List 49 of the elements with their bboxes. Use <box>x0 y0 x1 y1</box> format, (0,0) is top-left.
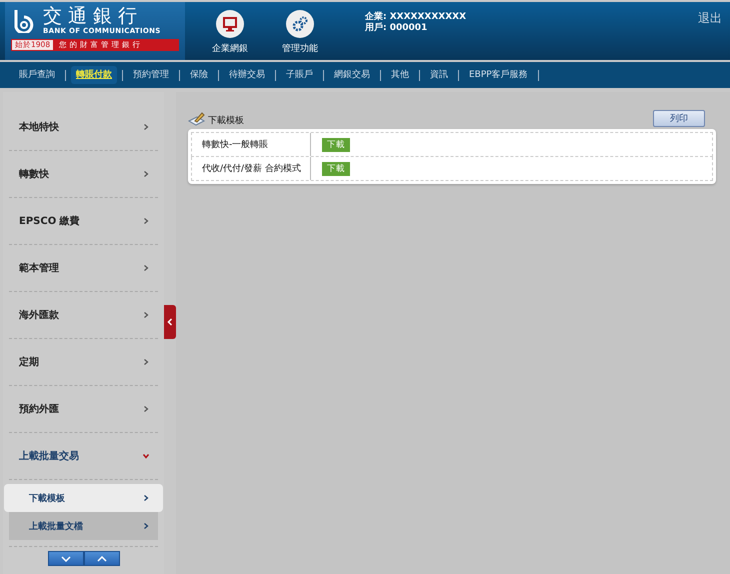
monitor-icon <box>216 10 244 38</box>
pencil-note-icon <box>188 111 206 127</box>
sidebar-subitem[interactable]: 上載批量文檔 <box>9 512 158 540</box>
nav-tab[interactable]: 其他 <box>386 66 414 84</box>
nav-tab[interactable]: EBPP客戶服務 <box>464 66 533 84</box>
print-button[interactable]: 列印 <box>653 110 705 127</box>
section-title: 下載模板 <box>208 114 244 127</box>
nav-tab[interactable]: 資訊 <box>425 66 453 84</box>
chevron-right-icon <box>142 494 150 502</box>
sidebar-item[interactable]: 上載批量交易 <box>9 433 158 480</box>
chevron-right-icon <box>142 358 150 366</box>
scroll-down-button[interactable] <box>48 551 84 566</box>
sidebar-item[interactable]: EPSCO 繳費 <box>9 198 158 245</box>
chevron-right-icon <box>142 522 150 530</box>
nav-tab[interactable]: 子賬戶 <box>281 66 318 84</box>
chevron-right-icon <box>142 217 150 225</box>
sidebar-item[interactable]: 預約外匯 <box>9 386 158 433</box>
chevron-down-icon <box>60 556 70 562</box>
template-name-cell: 代收/代付/發薪 合約模式 <box>192 157 311 180</box>
collapse-button[interactable] <box>164 305 176 339</box>
nav-tab[interactable]: 保險 <box>185 66 213 84</box>
chevron-down-icon <box>142 452 150 460</box>
chevron-right-icon <box>142 311 150 319</box>
sidebar-item[interactable]: 海外匯款 <box>9 292 158 339</box>
nav-tab[interactable]: 轉賬付款 <box>71 66 117 84</box>
gears-icon <box>286 10 314 38</box>
sidebar-item[interactable]: 轉數快 <box>9 151 158 198</box>
chevron-right-icon <box>142 264 150 272</box>
scroll-up-button[interactable] <box>84 551 120 566</box>
logout-link[interactable]: 退出 <box>698 10 722 27</box>
module-button[interactable]: 企業網銀 <box>205 10 255 60</box>
sidebar-item[interactable]: 範本管理 <box>9 245 158 292</box>
chevron-up-icon <box>96 556 106 562</box>
sidebar-item[interactable]: 定期 <box>9 339 158 386</box>
sidebar-subitem[interactable]: 下載模板 <box>4 484 163 512</box>
nav-tab[interactable]: 賬戶查詢 <box>14 66 60 84</box>
chevron-right-icon <box>142 170 150 178</box>
chevron-left-icon <box>167 318 173 326</box>
template-name-cell: 轉數快-一般轉賬 <box>192 133 311 156</box>
nav-tab[interactable]: 待辦交易 <box>224 66 270 84</box>
nav-tab[interactable]: 網銀交易 <box>329 66 375 84</box>
chevron-right-icon <box>142 123 150 131</box>
bank-name: 交通銀行 <box>43 5 144 27</box>
nav-tab[interactable]: 預約管理 <box>128 66 174 84</box>
chevron-right-icon <box>142 405 150 413</box>
user-label: 用戶: 000001 <box>365 23 428 34</box>
module-button[interactable]: 管理功能 <box>275 10 325 60</box>
company-label: 企業: XXXXXXXXXXX <box>365 12 466 22</box>
sidebar-item[interactable]: 本地特快 <box>9 104 158 151</box>
